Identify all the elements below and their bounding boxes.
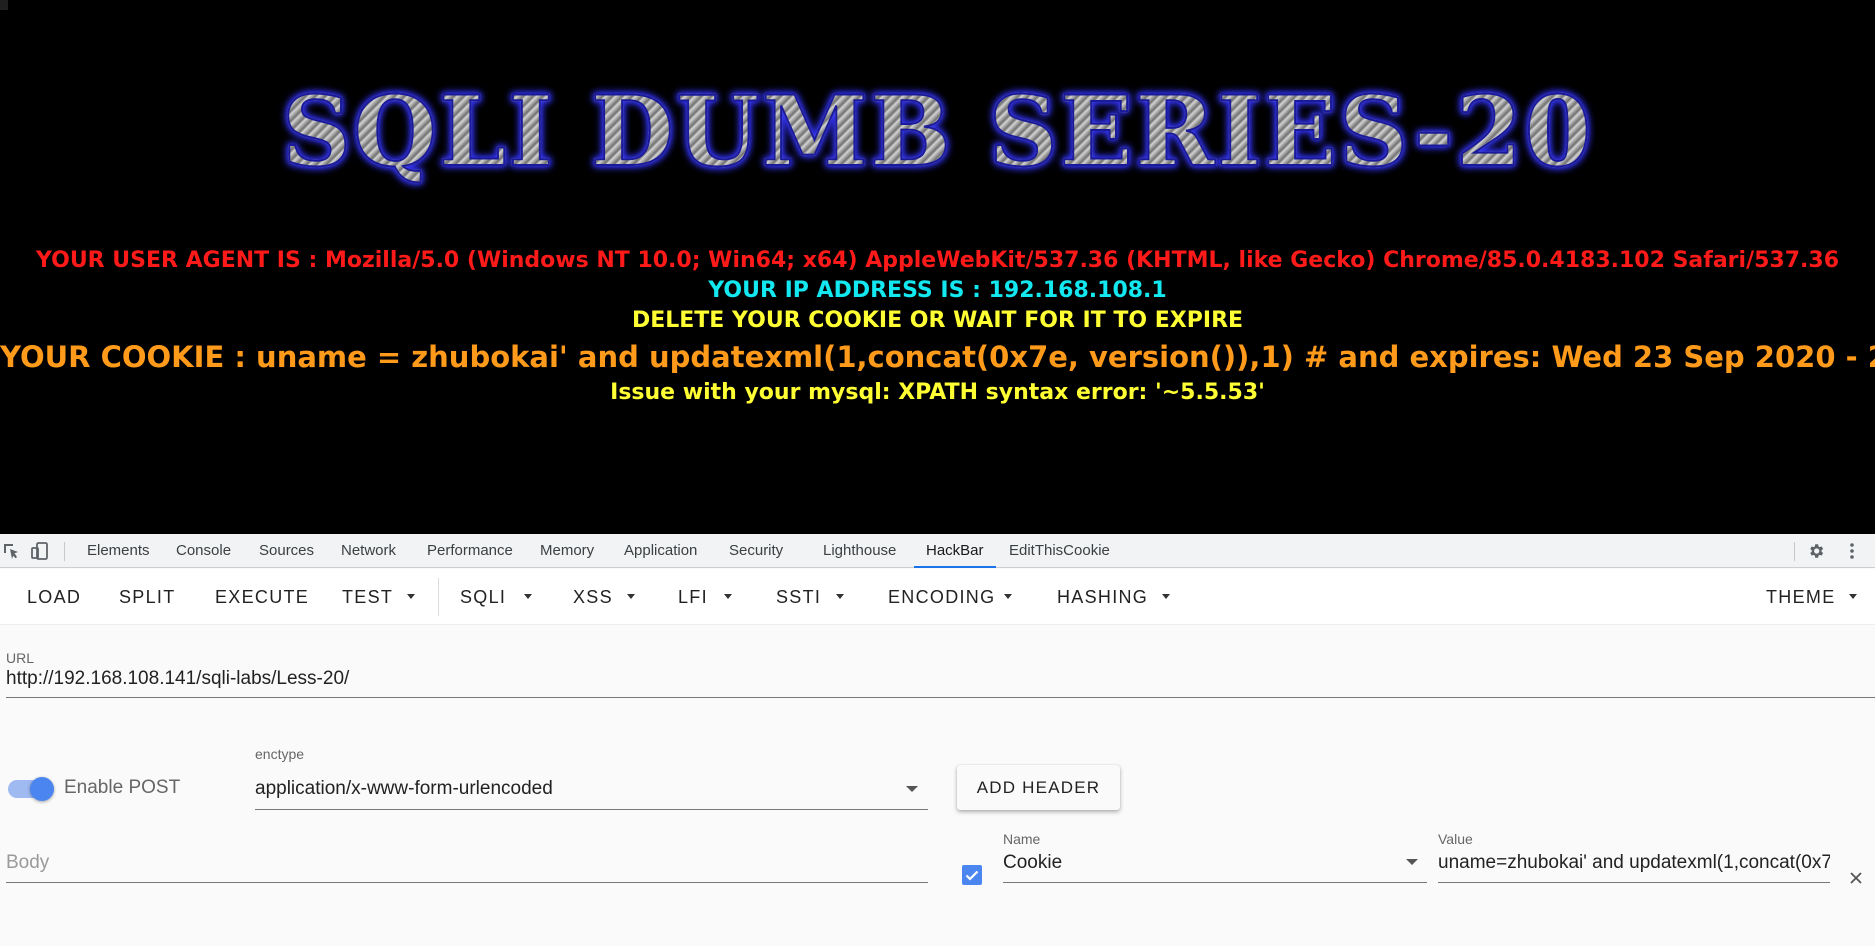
header-name-select[interactable]: Cookie [1003, 852, 1383, 874]
body-input[interactable]: Body [6, 852, 49, 874]
enctype-underline [255, 809, 928, 810]
url-label: URL [6, 650, 35, 666]
tab-lighthouse[interactable]: Lighthouse [823, 534, 896, 568]
url-input[interactable]: http://192.168.108.141/sqli-labs/Less-20… [6, 668, 1866, 690]
xss-menu-button[interactable]: XSS [573, 569, 613, 625]
tab-editthiscookie[interactable]: EditThisCookie [1009, 534, 1110, 568]
user-agent-line: YOUR USER AGENT IS : Mozilla/5.0 (Window… [35, 248, 1840, 273]
corner-marker [0, 0, 8, 10]
caret-down-icon [407, 594, 415, 599]
ip-address-line: YOUR IP ADDRESS IS : 192.168.108.1 [708, 278, 1167, 303]
inspect-element-icon[interactable] [2, 542, 20, 560]
encoding-menu-button[interactable]: ENCODING [888, 569, 995, 625]
header-enabled-checkbox[interactable] [962, 865, 982, 885]
tab-memory[interactable]: Memory [540, 534, 594, 568]
checkmark-icon [965, 870, 979, 881]
caret-down-icon [627, 594, 635, 599]
tab-elements[interactable]: Elements [87, 534, 150, 568]
chevron-down-icon [1406, 859, 1418, 865]
test-menu-button[interactable]: TEST [342, 569, 393, 625]
cookie-line: YOUR COOKIE : uname = zhubokai' and upda… [0, 340, 1875, 374]
add-header-button[interactable]: ADD HEADER [957, 765, 1120, 810]
theme-menu-button[interactable]: THEME [1766, 569, 1836, 625]
caret-down-icon [836, 594, 844, 599]
sqli-menu-button[interactable]: SQLI [460, 569, 506, 625]
ssti-menu-button[interactable]: SSTI [776, 569, 821, 625]
enable-post-label: Enable POST [64, 777, 181, 798]
tab-hackbar[interactable]: HackBar [914, 534, 996, 568]
tab-application[interactable]: Application [624, 534, 697, 568]
execute-button[interactable]: EXECUTE [215, 569, 309, 625]
hashing-menu-button[interactable]: HASHING [1057, 569, 1148, 625]
split-button[interactable]: SPLIT [119, 569, 176, 625]
devtools-panel: Elements Console Sources Network Perform… [0, 534, 1875, 946]
devtools-tabbar: Elements Console Sources Network Perform… [0, 534, 1875, 568]
enctype-label: enctype [255, 746, 305, 762]
toolbar-separator [438, 578, 439, 616]
tab-network[interactable]: Network [341, 534, 396, 568]
settings-gear-icon[interactable] [1807, 542, 1825, 560]
toggle-knob[interactable] [30, 777, 54, 801]
load-button[interactable]: LOAD [27, 569, 81, 625]
tab-separator [1794, 542, 1795, 561]
url-underline [6, 697, 1875, 698]
caret-down-icon [524, 594, 532, 599]
hackbar-form: URL http://192.168.108.141/sqli-labs/Les… [0, 626, 1875, 946]
tab-security[interactable]: Security [729, 534, 783, 568]
caret-down-icon [1004, 594, 1012, 599]
header-name-underline [1003, 882, 1427, 883]
enctype-select[interactable]: application/x-www-form-urlencoded [255, 778, 895, 800]
caret-down-icon [724, 594, 732, 599]
caret-down-icon [1849, 594, 1857, 599]
remove-header-close-icon[interactable] [1847, 869, 1865, 887]
page-title: SQLI DUMB SERIES-20 [0, 77, 1875, 187]
page-viewport: SQLI DUMB SERIES-20 YOUR USER AGENT IS :… [0, 0, 1875, 534]
device-toolbar-icon[interactable] [31, 542, 49, 560]
delete-cookie-line: DELETE YOUR COOKIE OR WAIT FOR IT TO EXP… [631, 308, 1244, 333]
tab-console[interactable]: Console [176, 534, 231, 568]
header-name-label: Name [1003, 831, 1041, 847]
header-value-input[interactable]: uname=zhubokai' and updatexml(1,concat(0… [1438, 852, 1830, 874]
chevron-down-icon [906, 786, 918, 792]
lfi-menu-button[interactable]: LFI [678, 569, 708, 625]
tab-sources[interactable]: Sources [259, 534, 314, 568]
more-options-icon[interactable] [1843, 542, 1861, 560]
tab-performance[interactable]: Performance [427, 534, 513, 568]
tab-separator [64, 542, 65, 561]
mysql-error-line: Issue with your mysql: XPATH syntax erro… [610, 380, 1265, 405]
header-value-underline [1438, 882, 1830, 883]
header-value-label: Value [1438, 831, 1473, 847]
caret-down-icon [1162, 594, 1170, 599]
hackbar-toolbar: LOAD SPLIT EXECUTE TEST SQLI XSS LFI SST… [0, 569, 1875, 625]
body-underline [6, 882, 928, 883]
